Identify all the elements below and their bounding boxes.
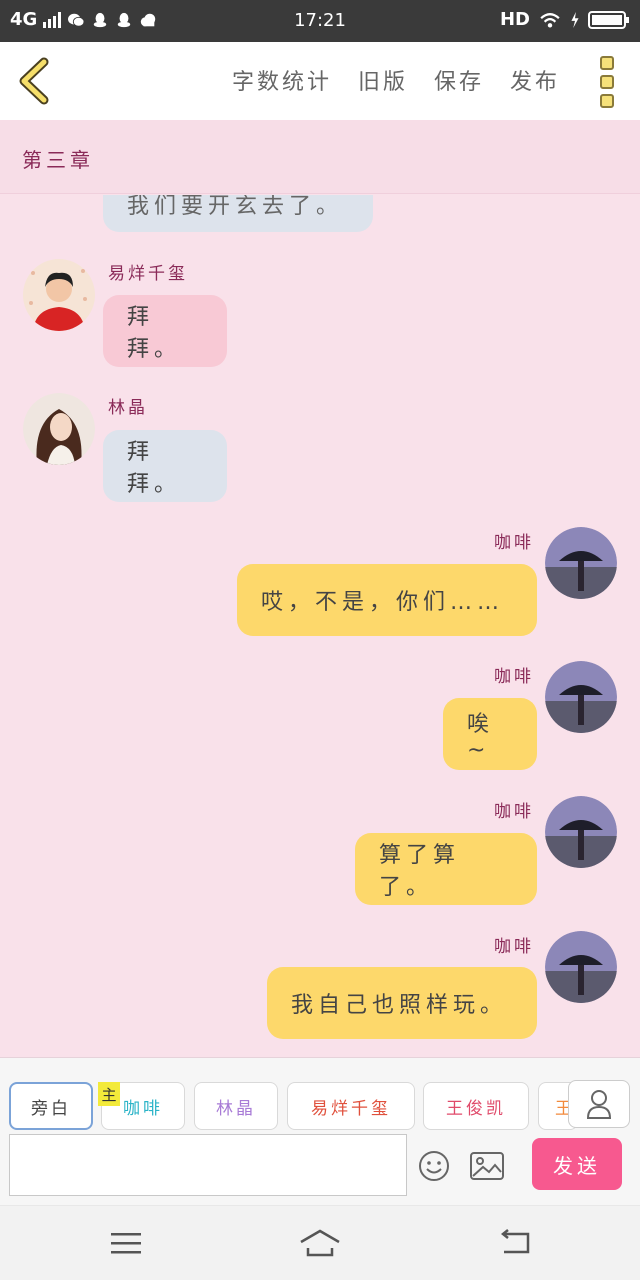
avatar[interactable] [545, 931, 617, 1003]
emoji-icon[interactable] [418, 1150, 450, 1182]
compose-panel: 旁白 咖啡 主 林晶 易烊千玺 王俊凯 王 发送 [0, 1057, 640, 1205]
chip-label: 王俊凯 [446, 1098, 506, 1119]
chip-label: 咖啡 [123, 1098, 163, 1119]
message-text: 我们要开玄去了。 [127, 195, 344, 219]
speaker-name: 咖啡 [494, 533, 534, 553]
role-chip-narration[interactable]: 旁白 [9, 1082, 93, 1130]
speaker-name: 咖啡 [494, 667, 534, 687]
message-bubble[interactable]: 拜拜。 [103, 430, 227, 502]
wifi-icon [540, 12, 560, 28]
image-icon[interactable] [470, 1152, 504, 1180]
status-bar: 4G 17:21 HD [0, 0, 640, 42]
role-chip-wangjunkai[interactable]: 王俊凯 [423, 1082, 529, 1130]
message-bubble[interactable]: 唉~ [443, 698, 537, 770]
speaker-name: 咖啡 [494, 802, 534, 822]
chapter-header[interactable]: 第三章 [0, 120, 640, 194]
old-version-button[interactable]: 旧版 [358, 64, 408, 96]
role-chip-linjing[interactable]: 林晶 [194, 1082, 278, 1130]
speaker-name: 林晶 [108, 398, 148, 418]
battery-icon [588, 10, 629, 29]
chip-label: 林晶 [216, 1098, 256, 1119]
message-bubble[interactable]: 算了算了。 [355, 833, 537, 905]
avatar[interactable] [23, 393, 95, 465]
message-bubble[interactable]: 拜拜。 [103, 295, 227, 367]
more-menu-icon[interactable] [600, 56, 618, 108]
home-icon[interactable] [298, 1228, 342, 1258]
back-icon[interactable] [498, 1228, 534, 1258]
editor-toolbar: 字数统计 旧版 保存 发布 [0, 42, 640, 120]
menu-icon[interactable] [108, 1228, 144, 1258]
publish-button[interactable]: 发布 [510, 64, 560, 96]
message-bubble[interactable]: 哎，不是，你们…… [237, 564, 537, 636]
chip-label: 旁白 [31, 1098, 71, 1119]
avatar[interactable] [23, 259, 95, 331]
chapter-title: 第三章 [22, 148, 94, 172]
chat-area[interactable]: 我们要开玄去了。 易烊千玺 拜拜。 林晶 拜拜。 咖啡 哎，不是，你们…… 咖啡… [0, 195, 640, 1057]
avatar[interactable] [545, 527, 617, 599]
send-button[interactable]: 发送 [532, 1138, 622, 1190]
message-text: 唉~ [467, 711, 495, 763]
speaker-name: 易烊千玺 [108, 264, 188, 284]
message-text: 我自己也照样玩。 [291, 993, 508, 1018]
user-icon [586, 1090, 612, 1119]
message-bubble[interactable]: 我自己也照样玩。 [267, 967, 537, 1039]
avatar[interactable] [545, 796, 617, 868]
hd-label: HD [499, 9, 530, 30]
speaker-name: 咖啡 [494, 937, 534, 957]
avatar[interactable] [545, 661, 617, 733]
word-count-button[interactable]: 字数统计 [232, 64, 332, 96]
save-button[interactable]: 保存 [434, 64, 484, 96]
role-chip-yiyangqianxi[interactable]: 易烊千玺 [287, 1082, 415, 1130]
message-text: 拜拜。 [127, 305, 182, 362]
system-nav-bar [0, 1205, 640, 1280]
chip-label: 易烊千玺 [311, 1098, 391, 1119]
message-text: 拜拜。 [127, 440, 182, 497]
add-role-button[interactable] [568, 1080, 630, 1128]
message-text: 哎，不是，你们…… [261, 590, 505, 615]
main-role-badge: 主 [98, 1082, 120, 1106]
back-arrow-icon[interactable] [14, 56, 54, 106]
charging-icon [571, 11, 579, 28]
message-input[interactable] [9, 1134, 407, 1196]
message-text: 算了算了。 [379, 843, 461, 900]
message-bubble[interactable]: 我们要开玄去了。 [103, 195, 373, 232]
